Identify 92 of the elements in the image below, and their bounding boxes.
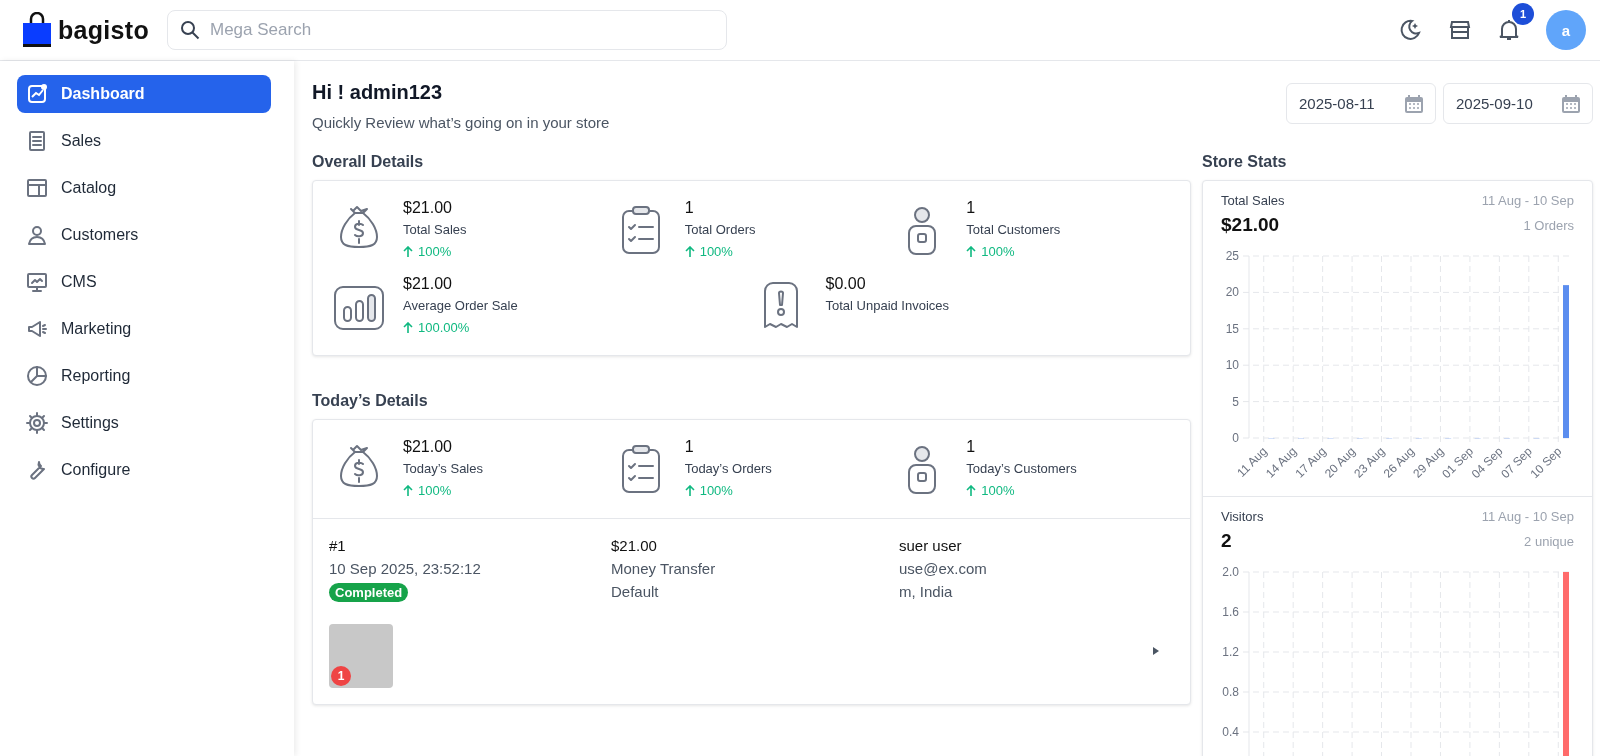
stat-label: Total Sales	[403, 222, 467, 237]
customer-email: use@ex.com	[899, 560, 987, 577]
sidebar-item[interactable]: CMS	[17, 263, 271, 301]
arrow-up-icon	[403, 245, 413, 258]
sidebar-item[interactable]: Marketing	[17, 310, 271, 348]
y-tick-label: 0	[1232, 431, 1239, 445]
chart-icon	[25, 82, 49, 106]
panel-value: 2	[1221, 530, 1232, 552]
logo-text: bagisto	[58, 15, 149, 45]
greeting-title: Hi ! admin123	[312, 81, 444, 104]
date-range: 11 Aug - 10 Sep	[1481, 193, 1574, 208]
stat-value: $21.00	[403, 438, 453, 456]
stat-label: Today’s Sales	[403, 461, 483, 476]
stat-label: Today’s Customers	[966, 461, 1077, 476]
y-tick-label: 10	[1225, 358, 1239, 373]
order-total: $21.00	[611, 537, 657, 554]
stat-label: Average Order Sale	[403, 298, 518, 313]
status-badge: Completed	[329, 583, 409, 602]
sidebar-item[interactable]: Dashboard	[17, 75, 271, 113]
stat-value: 1	[966, 199, 977, 217]
stat-label: Total Unpaid Invoices	[825, 298, 950, 313]
search-field[interactable]: Mega Search	[167, 10, 727, 50]
stat-change: 100.00%	[418, 320, 470, 335]
moon-icon[interactable]	[1398, 18, 1422, 42]
y-tick-label: 5	[1232, 394, 1239, 409]
section-title: Store Stats	[1202, 153, 1288, 171]
notification-count: 1	[1512, 3, 1534, 25]
storefront-icon[interactable]	[1448, 18, 1472, 42]
panel-note: 1 Orders	[1523, 217, 1574, 233]
stat-value: 1	[684, 438, 695, 456]
stat-change: 100%	[418, 483, 452, 498]
section-title: Overall Details	[312, 153, 425, 171]
channel-name: Default	[611, 583, 659, 600]
stat-value: 1	[966, 438, 977, 456]
section-title: Today’s Details	[312, 392, 429, 410]
date-range: 11 Aug - 10 Sep	[1481, 509, 1574, 524]
stat-change: 100%	[981, 244, 1015, 259]
stat-label: Total Customers	[966, 222, 1061, 237]
panel-note: 2 unique	[1524, 533, 1574, 549]
quantity-badge: 1	[331, 666, 351, 686]
date-field[interactable]: 2025-08-11	[1286, 83, 1436, 124]
date-field[interactable]: 2025-09-10	[1443, 83, 1593, 124]
stat-value: $21.00	[403, 275, 453, 293]
sidebar-item[interactable]: Reporting	[17, 357, 271, 395]
layout-icon	[25, 176, 49, 200]
y-tick-label: 25	[1225, 249, 1239, 263]
order-number: #1	[329, 537, 346, 554]
shopping-bag-icon	[22, 12, 52, 48]
y-tick-label: 0.8	[1222, 685, 1239, 699]
sidebar-item[interactable]: Settings	[17, 404, 271, 442]
sidebar-item[interactable]: Customers	[17, 216, 271, 254]
y-tick-label: 1.6	[1222, 605, 1239, 619]
customer-name: suer user	[899, 537, 962, 554]
y-tick-label: 0.4	[1222, 725, 1239, 739]
panel-title: Visitors	[1221, 509, 1264, 524]
user-icon	[25, 223, 49, 247]
stat-value: $0.00	[825, 275, 867, 293]
arrow-up-icon	[684, 245, 695, 258]
stat-value: 1	[684, 199, 695, 217]
caret-icon[interactable]	[1152, 646, 1160, 656]
arrow-up-icon	[403, 321, 413, 334]
payment-method: Money Transfer	[611, 560, 716, 577]
y-tick-label: 15	[1225, 321, 1239, 336]
panel-title: Total Sales	[1221, 193, 1285, 208]
calendar-icon	[1403, 92, 1425, 115]
bell-icon[interactable]	[1498, 18, 1520, 42]
order-date: 10 Sep 2025, 23:52:12	[329, 560, 481, 577]
y-tick-label: 1.2	[1222, 645, 1239, 659]
calendar-icon	[1560, 92, 1582, 115]
stat-label: Today’s Orders	[684, 461, 772, 476]
customer-location: m, India	[899, 583, 953, 600]
stat-value: $21.00	[403, 199, 453, 217]
stat-change: 100%	[699, 244, 733, 259]
sidebar-item[interactable]: Configure	[17, 451, 271, 489]
panel-value: $21.00	[1221, 214, 1280, 236]
y-tick-label: 2.0	[1222, 565, 1239, 579]
y-tick-label: 20	[1225, 285, 1239, 300]
arrow-up-icon	[966, 245, 977, 258]
sidebar-item[interactable]: Catalog	[17, 169, 271, 207]
stat-change: 100%	[418, 244, 452, 259]
arrow-up-icon	[684, 484, 695, 497]
pie-icon	[25, 364, 49, 388]
settings-icon	[25, 411, 49, 435]
stat-change: 100%	[699, 483, 733, 498]
stat-change: 100%	[981, 483, 1015, 498]
search-icon	[180, 20, 200, 40]
sidebar-item[interactable]: Sales	[17, 122, 271, 160]
stat-label: Total Orders	[684, 222, 756, 237]
arrow-up-icon	[403, 484, 413, 497]
monitor-icon	[25, 270, 49, 294]
arrow-up-icon	[966, 484, 977, 497]
greeting-subtitle: Quickly Review what’s going on in your store	[312, 114, 610, 131]
